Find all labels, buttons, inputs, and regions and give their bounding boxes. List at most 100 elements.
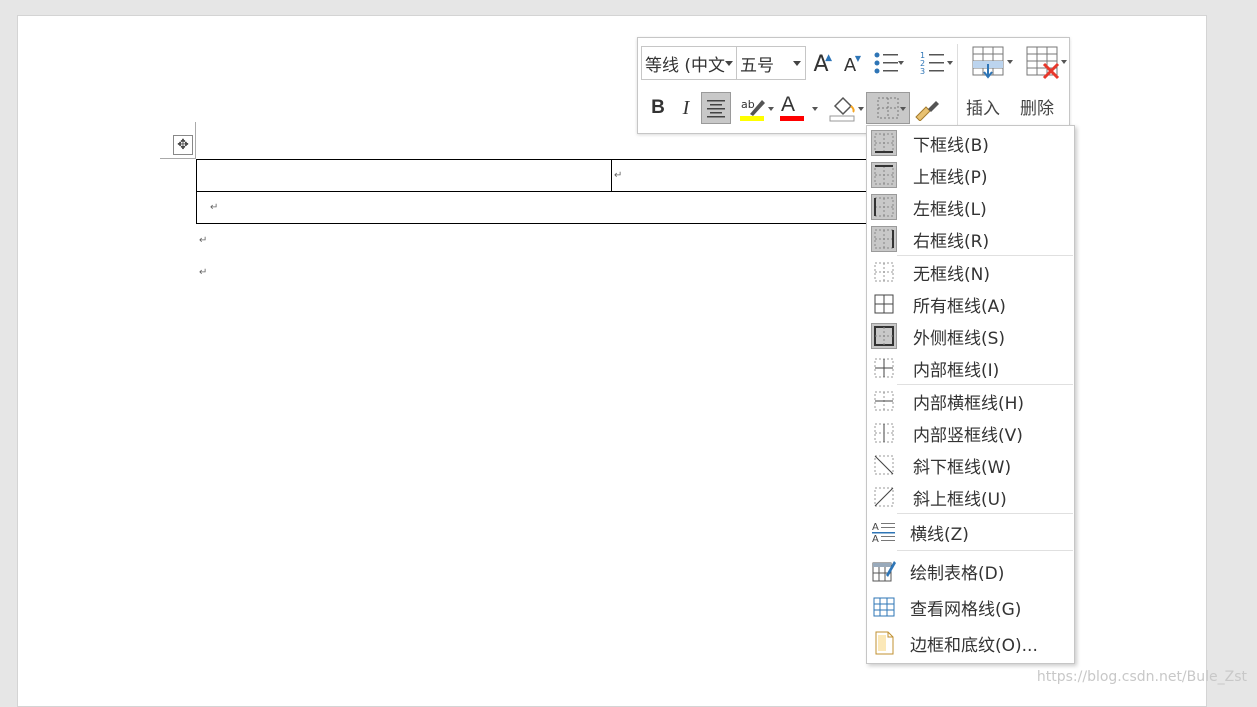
menu-item-outside-borders[interactable]: 外侧框线(S): [867, 320, 1074, 352]
table-row: ↵: [197, 160, 876, 192]
menu-item-inside-horizontal[interactable]: 内部横框线(H): [867, 385, 1074, 417]
numbering-icon: 1 2 3: [920, 50, 946, 76]
chevron-down-icon: [812, 107, 818, 111]
bold-button[interactable]: B: [646, 93, 670, 123]
menu-item-label: 所有框线(A): [913, 292, 1006, 317]
shrink-font-button[interactable]: A ▼: [839, 52, 861, 78]
align-center-icon: [706, 98, 726, 118]
menu-item-label: 外侧框线(S): [913, 324, 1005, 349]
format-painter-button[interactable]: [912, 92, 942, 124]
paragraph-mark: ↵: [199, 235, 207, 246]
delete-table-button[interactable]: [1019, 44, 1067, 82]
svg-text:A: A: [872, 534, 879, 544]
inside-vertical-border-icon: [871, 420, 897, 446]
menu-item-label: 右框线(R): [913, 227, 989, 252]
menu-separator: [897, 550, 1073, 551]
menu-item-label: 左框线(L): [913, 195, 987, 220]
delete-table-icon: [1026, 46, 1060, 80]
highlight-button[interactable]: ab: [734, 92, 774, 124]
insert-table-button[interactable]: [965, 44, 1013, 82]
menu-item-borders-shading[interactable]: 边框和底纹(O)...: [867, 627, 1074, 659]
all-borders-icon: [871, 291, 897, 317]
borders-button[interactable]: [866, 92, 910, 124]
menu-item-label: 无框线(N): [913, 260, 990, 285]
grow-font-button[interactable]: A ▲: [810, 50, 832, 78]
shading-button[interactable]: [822, 92, 864, 124]
font-size-combo[interactable]: 五号: [736, 46, 806, 80]
table-cell[interactable]: [197, 160, 612, 192]
borders-menu: 下框线(B) 上框线(P) 左框线(L) 右框线(R) 无框线(N) 所有框线(…: [866, 125, 1075, 664]
table-cell[interactable]: ↵: [197, 192, 876, 224]
row-end-mark: ↵: [210, 202, 218, 213]
menu-item-label: 斜上框线(U): [913, 485, 1007, 510]
menu-item-draw-table[interactable]: 绘制表格(D): [867, 555, 1074, 587]
paragraph-mark: ↵: [199, 267, 207, 278]
font-name-combo[interactable]: 等线 (中文: [641, 46, 738, 80]
menu-item-label: 下框线(B): [913, 131, 989, 156]
menu-item-label: 内部竖框线(V): [913, 421, 1023, 446]
highlighter-icon: ab: [740, 94, 768, 122]
chevron-down-icon: [898, 61, 904, 65]
font-color-button[interactable]: A: [778, 92, 818, 124]
table-guide-vertical: [195, 122, 196, 158]
bullets-button[interactable]: [868, 49, 904, 77]
center-align-button[interactable]: [701, 92, 731, 124]
italic-icon: I: [683, 97, 690, 120]
menu-item-no-border[interactable]: 无框线(N): [867, 256, 1074, 288]
text-cursor: [611, 163, 612, 189]
font-color-icon: A: [781, 93, 795, 117]
cell-end-mark: ↵: [614, 170, 622, 181]
font-color-swatch: [780, 116, 804, 121]
top-border-icon: [871, 162, 897, 188]
menu-item-label: 边框和底纹(O)...: [910, 631, 1038, 656]
svg-text:A: A: [872, 522, 879, 533]
chevron-down-icon: [1007, 60, 1013, 64]
inside-borders-icon: [871, 355, 897, 381]
chevron-down-icon: [768, 107, 774, 111]
table-row: ↵: [197, 192, 876, 224]
numbering-button[interactable]: 1 2 3: [913, 49, 953, 77]
menu-item-all-borders[interactable]: 所有框线(A): [867, 288, 1074, 320]
menu-item-diagonal-down[interactable]: 斜下框线(W): [867, 449, 1074, 481]
delete-label: 删除: [1020, 94, 1054, 119]
menu-item-diagonal-up[interactable]: 斜上框线(U): [867, 481, 1074, 513]
menu-item-view-gridlines[interactable]: 查看网格线(G): [867, 591, 1074, 623]
chevron-down-icon: [1061, 60, 1067, 64]
diagonal-down-border-icon: [871, 452, 897, 478]
inside-horizontal-border-icon: [871, 388, 897, 414]
menu-item-inside-vertical[interactable]: 内部竖框线(V): [867, 417, 1074, 449]
svg-text:3: 3: [920, 67, 925, 76]
font-name-value: 等线 (中文: [645, 51, 725, 76]
svg-text:ab: ab: [741, 98, 755, 111]
horizontal-line-icon: AA: [871, 519, 897, 545]
paint-bucket-icon: [829, 94, 857, 122]
table-cell[interactable]: ↵: [612, 160, 876, 192]
menu-item-label: 上框线(P): [913, 163, 988, 188]
bold-icon: B: [651, 97, 665, 119]
chevron-down-icon: [858, 107, 864, 111]
outside-borders-icon: [871, 323, 897, 349]
menu-item-label: 查看网格线(G): [910, 595, 1021, 620]
table-move-handle-icon[interactable]: ✥: [173, 135, 193, 155]
menu-item-right-border[interactable]: 右框线(R): [867, 223, 1074, 255]
menu-item-top-border[interactable]: 上框线(P): [867, 159, 1074, 191]
insert-label: 插入: [966, 94, 1000, 119]
chevron-down-icon: [947, 61, 953, 65]
italic-button[interactable]: I: [674, 93, 698, 123]
menu-item-inside-borders[interactable]: 内部框线(I): [867, 352, 1074, 384]
toolbar-separator: [957, 44, 958, 128]
menu-item-horizontal-line[interactable]: AA 横线(Z): [867, 516, 1074, 548]
document-table: ↵ ↵: [196, 159, 876, 224]
right-border-icon: [871, 226, 897, 252]
no-border-icon: [871, 259, 897, 285]
borders-icon: [877, 97, 899, 119]
menu-item-bottom-border[interactable]: 下框线(B): [867, 127, 1074, 159]
menu-separator: [897, 513, 1073, 514]
draw-table-icon: [871, 558, 897, 584]
menu-item-left-border[interactable]: 左框线(L): [867, 191, 1074, 223]
menu-item-label: 横线(Z): [910, 520, 969, 545]
format-painter-icon: [914, 95, 940, 121]
left-border-icon: [871, 194, 897, 220]
table-guide-horizontal: [160, 158, 196, 159]
chevron-down-icon: [900, 107, 906, 111]
